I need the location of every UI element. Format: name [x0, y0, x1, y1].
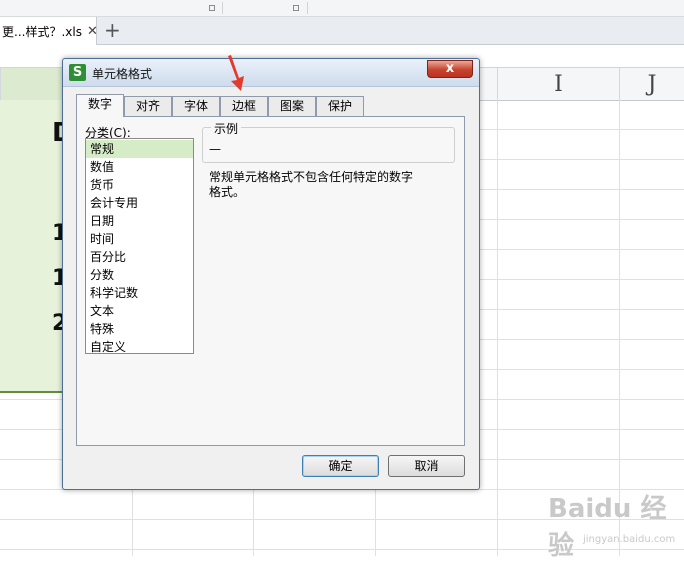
- list-item[interactable]: 科学记数: [86, 284, 193, 302]
- ribbon-launcher-icon[interactable]: [293, 5, 299, 11]
- list-item[interactable]: 货币: [86, 176, 193, 194]
- grid-line: [497, 100, 498, 556]
- cancel-button[interactable]: 取消: [388, 455, 465, 477]
- column-header-j[interactable]: J: [619, 68, 684, 100]
- list-item[interactable]: 常规: [86, 140, 193, 158]
- tab-pattern[interactable]: 图案: [268, 96, 316, 116]
- tab-protection[interactable]: 保护: [316, 96, 364, 116]
- document-tab-name: 更...样式？.xls: [2, 24, 82, 39]
- spreadsheet-app-icon: S: [69, 64, 86, 81]
- format-cells-dialog: S 单元格格式 x 数字 对齐 字体 边框 图案 保护 分类(C): 常规 数值…: [62, 58, 480, 490]
- list-item[interactable]: 日期: [86, 212, 193, 230]
- ok-button[interactable]: 确定: [302, 455, 379, 477]
- format-description: 常规单元格格式不包含任何特定的数字格式。: [209, 170, 414, 199]
- watermark-logo: Baidu 经验: [548, 494, 667, 561]
- close-icon[interactable]: x: [427, 60, 473, 78]
- tab-border[interactable]: 边框: [220, 96, 268, 116]
- tab-number[interactable]: 数字: [76, 94, 124, 117]
- list-item[interactable]: 百分比: [86, 248, 193, 266]
- list-item[interactable]: 文本: [86, 302, 193, 320]
- document-tab[interactable]: 更...样式？.xls ✕: [0, 17, 98, 45]
- document-tab-strip: 更...样式？.xls ✕ +: [0, 17, 684, 45]
- list-item[interactable]: 特殊: [86, 320, 193, 338]
- sample-legend: 示例: [211, 120, 242, 137]
- dialog-titlebar[interactable]: S 单元格格式 x: [63, 59, 479, 87]
- list-item[interactable]: 自定义: [86, 338, 193, 356]
- dialog-title: 单元格格式: [92, 67, 153, 81]
- column-header-i[interactable]: I: [497, 68, 619, 100]
- watermark-url: jingyan.baidu.com: [583, 534, 676, 545]
- red-arrow-icon: [228, 55, 244, 91]
- ribbon-separator: [222, 2, 223, 14]
- sample-group: 示例 —: [202, 120, 455, 163]
- tab-alignment[interactable]: 对齐: [124, 96, 172, 116]
- list-item[interactable]: 会计专用: [86, 194, 193, 212]
- tab-font[interactable]: 字体: [172, 96, 220, 116]
- category-list[interactable]: 常规 数值 货币 会计专用 日期 时间 百分比 分数 科学记数 文本 特殊 自定…: [85, 138, 194, 354]
- ribbon-launcher-icon[interactable]: [209, 5, 215, 11]
- close-icon[interactable]: ✕: [87, 24, 98, 39]
- sample-value: —: [209, 142, 221, 156]
- ribbon-separator: [307, 2, 308, 14]
- list-item[interactable]: 时间: [86, 230, 193, 248]
- ribbon-strip: [0, 0, 684, 17]
- list-item[interactable]: 分数: [86, 266, 193, 284]
- plus-icon[interactable]: +: [104, 19, 121, 41]
- list-item[interactable]: 数值: [86, 158, 193, 176]
